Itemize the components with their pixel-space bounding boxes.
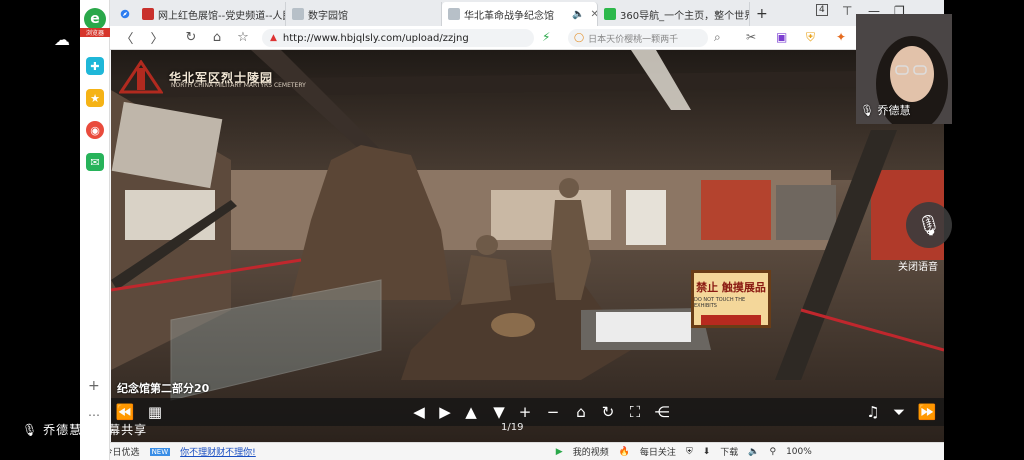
- tab-bar: 网上红色展馆--党史频道--人民网 数字园馆 华北革命战争纪念馆 🔈 ✕ 360…: [80, 0, 944, 26]
- rewind-icon[interactable]: ⏪: [115, 403, 135, 421]
- panorama-viewport[interactable]: 华北军区烈士陵园 NORTH CHINA MILITARY MARTYRS CE…: [111, 50, 944, 442]
- status-bar: ❤ 今日优选 NEW 你不理财财不理你! ▶ 我的视频 🔥 每日关注 ⛨ ⬇ 下…: [80, 442, 944, 460]
- mail-icon[interactable]: ✉: [86, 153, 104, 171]
- presenter-video: 🎙 乔德慧: [856, 14, 952, 124]
- fast-forward-icon[interactable]: ⏩: [917, 403, 937, 421]
- panorama-controls: ⏪ ▦ ◀ ▶ ▲ ▼ + − ⌂ ↻ ⛶ ⋲ ♫ ⏷ ⏩: [111, 398, 944, 426]
- scene-title: 纪念馆第二部分20: [117, 382, 210, 395]
- new-tab-label: +: [756, 6, 768, 22]
- zoom-icon[interactable]: ⚲: [769, 447, 776, 457]
- nav-compass-icon[interactable]: [114, 2, 136, 26]
- home-view-icon[interactable]: ⌂: [571, 403, 591, 421]
- back-icon[interactable]: 〈: [116, 28, 138, 47]
- status-my-video[interactable]: 我的视频: [573, 445, 609, 458]
- url-text: http://www.hbjqlsly.com/upload/zzjng: [282, 32, 469, 44]
- browser-logo-icon[interactable]: e: [84, 8, 106, 30]
- pan-right-icon[interactable]: ▶: [435, 403, 455, 421]
- cloud-icon: ☁: [54, 30, 70, 49]
- zoom-in-icon[interactable]: +: [515, 403, 535, 421]
- mic-off-icon: 🎙: [916, 213, 942, 237]
- sign-stripe: [701, 315, 761, 325]
- sign-title: 禁止 触摸展品: [696, 281, 766, 294]
- pan-left-icon[interactable]: ◀: [409, 403, 429, 421]
- tab-count-badge[interactable]: 4: [816, 4, 828, 16]
- site-logo[interactable]: 华北军区烈士陵园 NORTH CHINA MILITARY MARTYRS CE…: [119, 60, 306, 94]
- museum-scene: [111, 50, 944, 442]
- tab-label: 数字园馆: [308, 10, 348, 22]
- home-icon[interactable]: ⌂: [206, 30, 228, 45]
- monument-logo-icon: [119, 60, 163, 94]
- tab-red-exhibition[interactable]: 网上红色展馆--党史频道--人民网: [136, 2, 286, 26]
- page-indicator: 1/19: [501, 422, 524, 433]
- mute-button[interactable]: 🎙: [906, 202, 952, 248]
- tab-360-nav[interactable]: 360导航_一个主页，整个世界: [598, 2, 750, 26]
- insecure-icon: ▲: [270, 33, 277, 43]
- new-tab-button[interactable]: +: [750, 2, 780, 26]
- plus-app-icon[interactable]: ✚: [86, 57, 104, 75]
- tab-favicon: [604, 8, 616, 20]
- search-engine-icon: ◯: [574, 33, 585, 43]
- mute-label: 关闭语音: [898, 262, 938, 273]
- forward-icon[interactable]: 〉: [146, 28, 168, 47]
- status-download[interactable]: 下载: [720, 445, 738, 458]
- speaker-icon[interactable]: 🔈: [572, 9, 584, 20]
- autorotate-icon[interactable]: ↻: [598, 403, 618, 421]
- fullscreen-icon[interactable]: ⛶: [625, 403, 645, 421]
- no-touch-sign: 禁止 触摸展品 DO NOT TOUCH THE EXHIBITS: [691, 270, 771, 328]
- extension-icon[interactable]: ▣: [776, 30, 787, 44]
- shield-status-icon[interactable]: ⛨: [686, 447, 693, 457]
- video-icon: ▶: [555, 446, 563, 457]
- weibo-icon[interactable]: ◉: [86, 121, 104, 139]
- menu-down-icon[interactable]: ⏷: [889, 403, 909, 421]
- browser-badge: 浏览器: [80, 28, 110, 37]
- lightning-icon[interactable]: ⚡: [542, 30, 550, 44]
- music-icon[interactable]: ♫: [863, 403, 883, 421]
- presenter-name-text: 乔德慧: [877, 104, 911, 117]
- zoom-out-icon[interactable]: −: [543, 403, 563, 421]
- presenter-name: 🎙 乔德慧: [860, 104, 911, 117]
- sidebar: e 浏览器 ✚ ★ ◉ ✉ + ⋯: [80, 0, 110, 460]
- tab-favicon: [142, 8, 154, 20]
- toolbar: 〈 〉 ↻ ⌂ ☆ ▲ http://www.hbjqlsly.com/uplo…: [110, 26, 944, 50]
- tab-memorial-museum[interactable]: 华北革命战争纪念馆 🔈 ✕: [442, 2, 598, 26]
- tab-label: 网上红色展馆--党史频道--人民网: [158, 10, 285, 22]
- share-icon[interactable]: ⋲: [652, 403, 672, 421]
- fire-icon: 🔥: [618, 446, 630, 457]
- pan-down-icon[interactable]: ▼: [489, 403, 509, 421]
- more-icon[interactable]: ⋯: [88, 408, 100, 422]
- bookmark-star-icon[interactable]: ☆: [232, 30, 254, 45]
- speaker-status-icon[interactable]: 🔈: [748, 447, 759, 457]
- scissors-icon[interactable]: ✂: [746, 30, 756, 44]
- shirt-icon[interactable]: ⊤: [842, 4, 852, 18]
- shield-icon[interactable]: ⛨: [806, 30, 815, 45]
- game-icon[interactable]: ✦: [836, 30, 846, 44]
- thumbnails-icon[interactable]: ▦: [145, 403, 165, 421]
- pan-up-icon[interactable]: ▲: [461, 403, 481, 421]
- browser-window: 网上红色展馆--党史频道--人民网 数字园馆 华北革命战争纪念馆 🔈 ✕ 360…: [80, 0, 944, 460]
- download-icon[interactable]: ⬇: [703, 447, 711, 457]
- logo-subtitle: NORTH CHINA MILITARY MARTYRS CEMETERY: [171, 82, 306, 89]
- tab-label: 360导航_一个主页，整个世界: [620, 10, 750, 22]
- tab-digital-museum[interactable]: 数字园馆: [286, 2, 442, 26]
- search-placeholder: 日本天价樱桃一颗两千: [588, 34, 679, 45]
- status-daily-focus[interactable]: 每日关注: [640, 445, 676, 458]
- sign-subtitle: DO NOT TOUCH THE EXHIBITS: [694, 297, 746, 309]
- zoom-level[interactable]: 100%: [786, 447, 812, 457]
- tab-favicon: [292, 8, 304, 20]
- tab-favicon: [448, 8, 460, 20]
- screen: ☁ 网上红色展馆--党史频道--人民网 数字园馆 华北革命战争纪念馆 🔈 ✕: [0, 0, 1024, 460]
- new-badge: NEW: [149, 447, 171, 456]
- search-icon[interactable]: ⌕: [714, 30, 721, 45]
- status-ad-link[interactable]: 你不理财财不理你!: [180, 445, 256, 458]
- tab-label: 华北革命战争纪念馆: [464, 10, 554, 22]
- close-tab-icon[interactable]: ✕: [590, 9, 597, 20]
- refresh-icon[interactable]: ↻: [180, 30, 202, 45]
- star-icon[interactable]: ★: [86, 89, 104, 107]
- search-input[interactable]: ◯ 日本天价樱桃一颗两千: [568, 29, 708, 47]
- address-bar[interactable]: ▲ http://www.hbjqlsly.com/upload/zzjng: [262, 29, 534, 47]
- add-icon[interactable]: +: [88, 378, 100, 394]
